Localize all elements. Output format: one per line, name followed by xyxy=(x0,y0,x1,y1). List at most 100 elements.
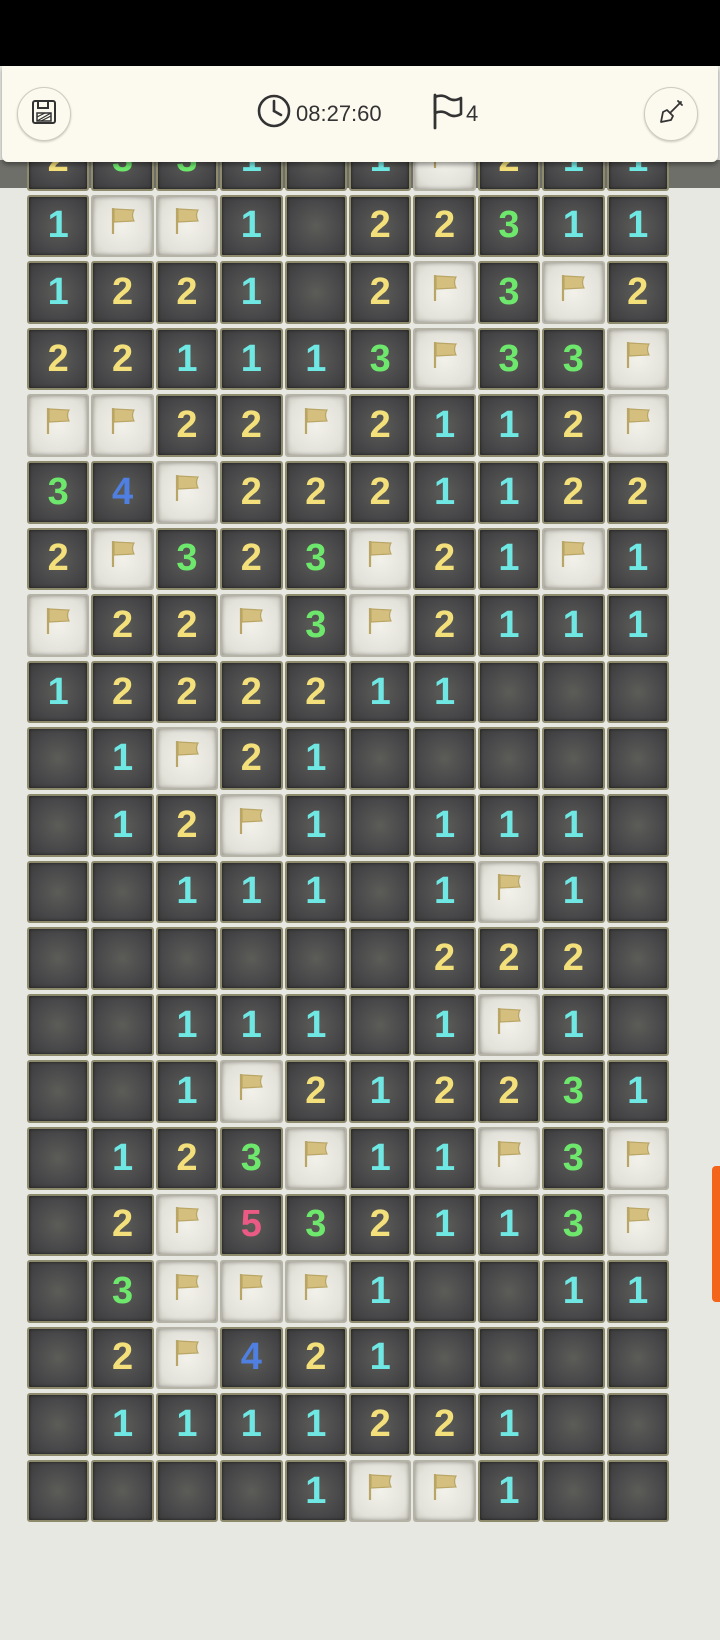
number-cell[interactable]: 1 xyxy=(477,1193,541,1257)
flagged-cell[interactable] xyxy=(606,1193,669,1257)
number-cell[interactable]: 3 xyxy=(477,194,541,258)
revealed-empty-cell[interactable] xyxy=(155,927,219,990)
number-cell[interactable]: 1 xyxy=(284,1459,347,1523)
number-cell[interactable]: 1 xyxy=(413,660,476,724)
number-cell[interactable]: 2 xyxy=(155,660,219,724)
flagged-cell[interactable] xyxy=(542,527,605,591)
flagged-cell[interactable] xyxy=(542,261,605,324)
revealed-empty-cell[interactable] xyxy=(413,1326,476,1390)
flagged-cell[interactable] xyxy=(413,160,476,191)
number-cell[interactable]: 2 xyxy=(91,261,154,324)
number-cell[interactable]: 1 xyxy=(542,860,605,924)
number-cell[interactable]: 1 xyxy=(348,1126,412,1190)
flagged-cell[interactable] xyxy=(91,194,154,258)
number-cell[interactable]: 2 xyxy=(91,594,154,657)
number-cell[interactable]: 1 xyxy=(155,1393,219,1456)
flagged-cell[interactable] xyxy=(477,1126,541,1190)
number-cell[interactable]: 2 xyxy=(348,394,412,457)
number-cell[interactable]: 3 xyxy=(284,527,347,591)
flagged-cell[interactable] xyxy=(606,1126,669,1190)
number-cell[interactable]: 1 xyxy=(284,993,347,1057)
flagged-cell[interactable] xyxy=(91,394,154,457)
number-cell[interactable]: 2 xyxy=(477,1060,541,1123)
number-cell[interactable]: 2 xyxy=(155,394,219,457)
revealed-empty-cell[interactable] xyxy=(91,860,154,924)
number-cell[interactable]: 1 xyxy=(542,160,605,191)
revealed-empty-cell[interactable] xyxy=(348,860,412,924)
flagged-cell[interactable] xyxy=(220,1060,283,1123)
revealed-empty-cell[interactable] xyxy=(413,727,476,790)
revealed-empty-cell[interactable] xyxy=(27,793,90,857)
revealed-empty-cell[interactable] xyxy=(91,1459,154,1523)
number-cell[interactable]: 2 xyxy=(542,394,605,457)
number-cell[interactable]: 2 xyxy=(348,261,412,324)
number-cell[interactable]: 2 xyxy=(542,927,605,990)
number-cell[interactable]: 1 xyxy=(220,261,283,324)
number-cell[interactable]: 1 xyxy=(413,793,476,857)
revealed-empty-cell[interactable] xyxy=(27,1126,90,1190)
revealed-empty-cell[interactable] xyxy=(91,1060,154,1123)
revealed-empty-cell[interactable] xyxy=(542,1393,605,1456)
number-cell[interactable]: 2 xyxy=(413,194,476,258)
number-cell[interactable]: 3 xyxy=(477,327,541,391)
number-cell[interactable]: 1 xyxy=(284,327,347,391)
number-cell[interactable]: 2 xyxy=(155,1126,219,1190)
number-cell[interactable]: 1 xyxy=(606,1260,669,1323)
number-cell[interactable]: 1 xyxy=(348,1060,412,1123)
number-cell[interactable]: 3 xyxy=(27,460,90,524)
number-cell[interactable]: 1 xyxy=(27,261,90,324)
flagged-cell[interactable] xyxy=(284,1260,347,1323)
number-cell[interactable]: 1 xyxy=(220,860,283,924)
number-cell[interactable]: 1 xyxy=(477,793,541,857)
number-cell[interactable]: 1 xyxy=(91,793,154,857)
save-button[interactable] xyxy=(17,87,71,141)
number-cell[interactable]: 3 xyxy=(284,594,347,657)
number-cell[interactable]: 1 xyxy=(220,194,283,258)
revealed-empty-cell[interactable] xyxy=(542,1459,605,1523)
revealed-empty-cell[interactable] xyxy=(606,1393,669,1456)
number-cell[interactable]: 1 xyxy=(155,993,219,1057)
number-cell[interactable]: 1 xyxy=(220,1393,283,1456)
number-cell[interactable]: 2 xyxy=(284,1060,347,1123)
number-cell[interactable]: 2 xyxy=(91,1193,154,1257)
revealed-empty-cell[interactable] xyxy=(91,927,154,990)
revealed-empty-cell[interactable] xyxy=(27,1060,90,1123)
flagged-cell[interactable] xyxy=(477,993,541,1057)
revealed-empty-cell[interactable] xyxy=(27,1260,90,1323)
number-cell[interactable]: 2 xyxy=(413,527,476,591)
revealed-empty-cell[interactable] xyxy=(27,927,90,990)
revealed-empty-cell[interactable] xyxy=(606,1459,669,1523)
number-cell[interactable]: 3 xyxy=(542,1060,605,1123)
number-cell[interactable]: 3 xyxy=(348,327,412,391)
number-cell[interactable]: 3 xyxy=(220,1126,283,1190)
number-cell[interactable]: 1 xyxy=(606,527,669,591)
flagged-cell[interactable] xyxy=(220,793,283,857)
flagged-cell[interactable] xyxy=(413,261,476,324)
number-cell[interactable]: 3 xyxy=(284,1193,347,1257)
number-cell[interactable]: 1 xyxy=(27,194,90,258)
number-cell[interactable]: 1 xyxy=(91,1393,154,1456)
number-cell[interactable]: 2 xyxy=(348,1193,412,1257)
flagged-cell[interactable] xyxy=(284,1126,347,1190)
number-cell[interactable]: 3 xyxy=(91,160,154,191)
revealed-empty-cell[interactable] xyxy=(606,660,669,724)
number-cell[interactable]: 2 xyxy=(284,660,347,724)
flagged-cell[interactable] xyxy=(413,327,476,391)
flagged-cell[interactable] xyxy=(477,860,541,924)
number-cell[interactable]: 2 xyxy=(606,460,669,524)
number-cell[interactable]: 1 xyxy=(348,660,412,724)
number-cell[interactable]: 1 xyxy=(284,1393,347,1456)
number-cell[interactable]: 1 xyxy=(284,793,347,857)
number-cell[interactable]: 1 xyxy=(477,460,541,524)
revealed-empty-cell[interactable] xyxy=(606,993,669,1057)
number-cell[interactable]: 1 xyxy=(413,1193,476,1257)
revealed-empty-cell[interactable] xyxy=(27,1459,90,1523)
revealed-empty-cell[interactable] xyxy=(606,1326,669,1390)
revealed-empty-cell[interactable] xyxy=(606,860,669,924)
number-cell[interactable]: 1 xyxy=(477,1393,541,1456)
revealed-empty-cell[interactable] xyxy=(606,927,669,990)
number-cell[interactable]: 2 xyxy=(220,727,283,790)
number-cell[interactable]: 5 xyxy=(220,1193,283,1257)
number-cell[interactable]: 3 xyxy=(542,1193,605,1257)
scrollbar-thumb[interactable] xyxy=(712,1166,720,1302)
